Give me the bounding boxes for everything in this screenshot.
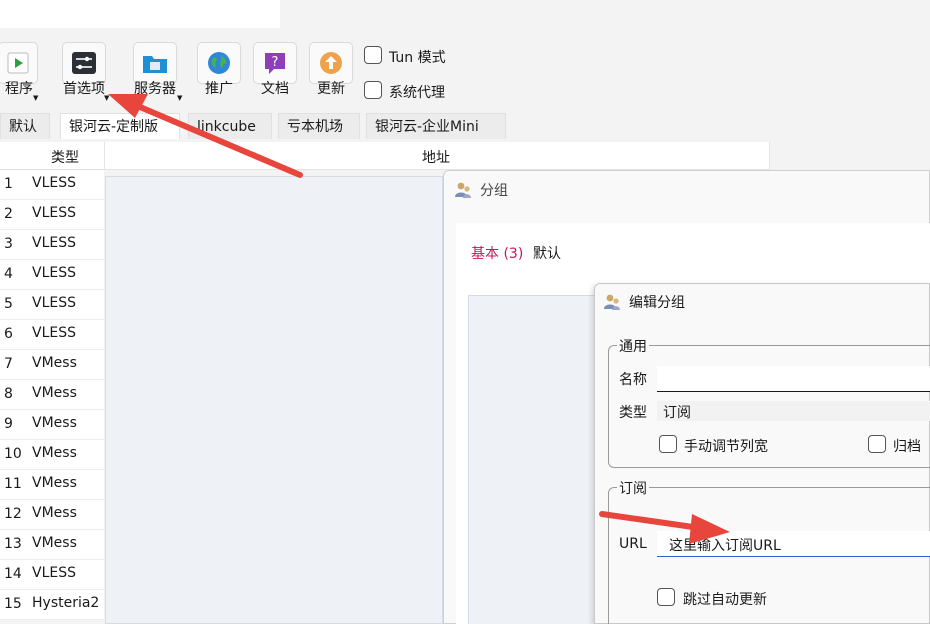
table-row[interactable]: 4 VLESS <box>0 260 104 290</box>
skip-auto-update-label: 跳过自动更新 <box>683 592 767 608</box>
tab-group-default[interactable]: 默认 <box>533 243 561 263</box>
table-row[interactable]: 7 VMess <box>0 350 104 380</box>
table-header: 类型 地址 <box>0 142 770 170</box>
row-number: 14 <box>4 566 22 582</box>
row-type: Hysteria2 <box>32 595 100 611</box>
tab-yinhe-enterprise[interactable]: 银河云-企业Mini <box>366 113 506 139</box>
general-section: 通用 名称 类型 订阅 手动调节列宽 归档 <box>608 336 930 468</box>
url-input[interactable]: 这里输入订阅URL <box>657 531 930 557</box>
manual-column-width-checkbox[interactable] <box>659 435 677 453</box>
update-label: 更新 <box>317 81 345 97</box>
row-type: VLESS <box>32 265 76 281</box>
update-button[interactable]: 更新 <box>308 42 354 102</box>
row-number: 2 <box>4 206 13 222</box>
row-number: 13 <box>4 536 22 552</box>
manual-column-width-label: 手动调节列宽 <box>684 439 768 455</box>
subscription-section: 订阅 URL 这里输入订阅URL 跳过自动更新 <box>608 478 930 624</box>
table-row[interactable]: 6 VLESS <box>0 320 104 350</box>
row-type: VMess <box>32 475 77 491</box>
table-row[interactable]: 5 VLESS <box>0 290 104 320</box>
chevron-down-icon: ▼ <box>33 94 39 102</box>
promote-label: 推广 <box>205 81 233 97</box>
docs-label: 文档 <box>261 81 289 97</box>
row-type: VLESS <box>32 325 76 341</box>
url-label: URL <box>619 536 647 552</box>
row-number: 1 <box>4 176 13 192</box>
archive-checkbox[interactable] <box>868 435 886 453</box>
row-number: 6 <box>4 326 13 342</box>
row-type: VMess <box>32 355 77 371</box>
user-group-icon <box>604 294 620 310</box>
docs-button[interactable]: ? 文档 <box>252 42 298 102</box>
name-input[interactable] <box>657 366 930 392</box>
system-proxy-label: 系统代理 <box>389 85 445 101</box>
tab-basic[interactable]: 基本 (3) <box>471 243 523 263</box>
type-select[interactable]: 订阅 <box>657 401 930 421</box>
table-row[interactable]: 13 VMess <box>0 530 104 560</box>
table-row[interactable]: 2 VLESS <box>0 200 104 230</box>
tab-linkcube[interactable]: linkcube <box>188 113 272 139</box>
row-number: 7 <box>4 356 13 372</box>
tab-default[interactable]: 默认 <box>0 113 50 139</box>
servers-label: 服务器 <box>134 81 176 97</box>
edit-group-window: 编辑分组 通用 名称 类型 订阅 手动调节列宽 归档 订阅 URL 这里输入订阅… <box>594 283 930 624</box>
table-row[interactable]: 9 VMess <box>0 410 104 440</box>
address-column-area <box>105 176 443 624</box>
promote-button[interactable]: 推广 <box>196 42 242 102</box>
row-type: VLESS <box>32 235 76 251</box>
row-type: VMess <box>32 445 77 461</box>
row-type: VLESS <box>32 295 76 311</box>
name-label: 名称 <box>619 372 647 388</box>
subscription-legend: 订阅 <box>617 478 649 498</box>
table-row[interactable]: 11 VMess <box>0 470 104 500</box>
servers-button[interactable]: 服务器 ▼ <box>125 42 185 102</box>
group-list <box>468 295 602 624</box>
table-row[interactable]: 1 VLESS <box>0 170 104 200</box>
svg-text:?: ? <box>272 55 279 70</box>
table-row[interactable]: 14 VLESS <box>0 560 104 590</box>
tab-kuiben[interactable]: 亏本机场 <box>278 113 360 139</box>
row-type: VLESS <box>32 175 76 191</box>
tun-mode-checkbox[interactable] <box>364 46 382 64</box>
general-legend: 通用 <box>617 336 649 356</box>
programs-button[interactable]: 程序 ▼ <box>0 42 42 102</box>
chevron-down-icon: ▼ <box>177 94 183 102</box>
skip-auto-update-checkbox[interactable] <box>657 588 675 606</box>
col-address-header[interactable]: 地址 <box>422 147 450 167</box>
system-proxy-checkbox[interactable] <box>364 81 382 99</box>
row-number: 11 <box>4 476 22 492</box>
preferences-button[interactable]: 首选项 ▼ <box>53 42 115 102</box>
tab-yinhe-custom[interactable]: 银河云-定制版 <box>60 113 180 139</box>
row-type: VMess <box>32 505 77 521</box>
row-type: VLESS <box>32 205 76 221</box>
table-row[interactable]: 8 VMess <box>0 380 104 410</box>
tun-mode-label: Tun 模式 <box>389 50 446 66</box>
row-number: 4 <box>4 266 13 282</box>
row-number: 3 <box>4 236 13 252</box>
group-window-title: 分组 <box>480 183 508 199</box>
table-row[interactable]: 10 VMess <box>0 440 104 470</box>
column-divider <box>104 142 105 170</box>
column-divider <box>769 142 770 170</box>
row-number: 9 <box>4 416 13 432</box>
chevron-down-icon: ▼ <box>104 94 110 102</box>
row-number: 15 <box>4 596 22 612</box>
user-group-icon <box>455 182 471 198</box>
row-number: 12 <box>4 506 22 522</box>
edit-window-title: 编辑分组 <box>629 295 685 311</box>
row-type: VMess <box>32 415 77 431</box>
row-number: 8 <box>4 386 13 402</box>
archive-label: 归档 <box>893 439 921 455</box>
table-row[interactable]: 3 VLESS <box>0 230 104 260</box>
table-row[interactable]: 12 VMess <box>0 500 104 530</box>
top-strip <box>0 0 280 28</box>
row-number: 5 <box>4 296 13 312</box>
row-type: VLESS <box>32 565 76 581</box>
row-number: 10 <box>4 446 22 462</box>
row-type: VMess <box>32 535 77 551</box>
type-label: 类型 <box>619 405 647 421</box>
table-row[interactable]: 15 Hysteria2 <box>0 590 104 620</box>
row-type: VMess <box>32 385 77 401</box>
col-type-header[interactable]: 类型 <box>51 147 79 167</box>
